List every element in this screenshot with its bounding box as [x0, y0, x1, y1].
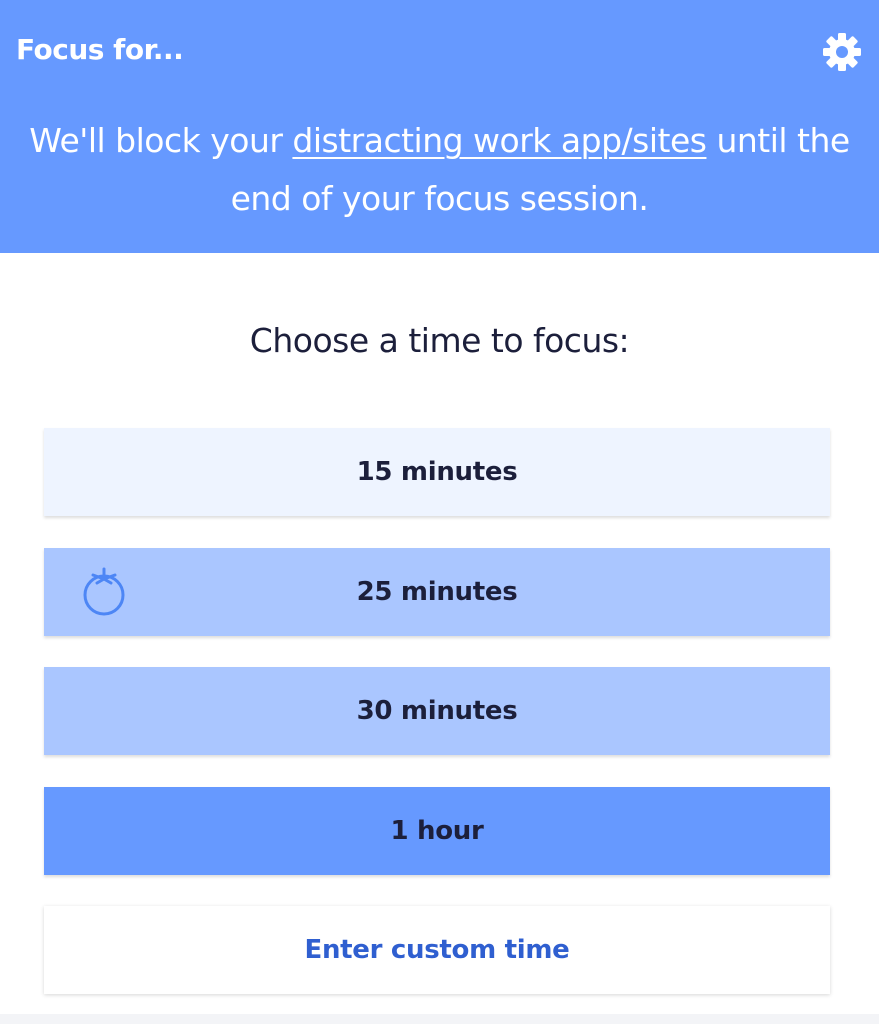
- gear-icon[interactable]: [822, 32, 862, 72]
- custom-time-label: Enter custom time: [304, 935, 570, 965]
- bottom-divider: [0, 1014, 879, 1024]
- option-label: 25 minutes: [356, 577, 518, 607]
- tomato-icon: [83, 567, 125, 616]
- option-label: 30 minutes: [356, 696, 518, 726]
- option-label: 15 minutes: [356, 457, 518, 487]
- custom-time-button[interactable]: Enter custom time: [44, 906, 830, 994]
- distracting-sites-link[interactable]: distracting work app/sites: [292, 121, 707, 160]
- option-15-minutes-button[interactable]: 15 minutes: [44, 428, 830, 516]
- option-label: 1 hour: [390, 816, 484, 846]
- header-banner: Focus for... We'll block your distractin…: [0, 0, 879, 253]
- block-message: We'll block your distracting work app/si…: [20, 112, 859, 228]
- choose-time-prompt: Choose a time to focus:: [249, 321, 630, 360]
- block-message-prefix: We'll block your: [29, 121, 293, 160]
- page-title: Focus for...: [16, 33, 184, 66]
- option-1-hour-button[interactable]: 1 hour: [44, 787, 830, 875]
- option-25-minutes-button[interactable]: 25 minutes: [44, 548, 830, 636]
- option-30-minutes-button[interactable]: 30 minutes: [44, 667, 830, 755]
